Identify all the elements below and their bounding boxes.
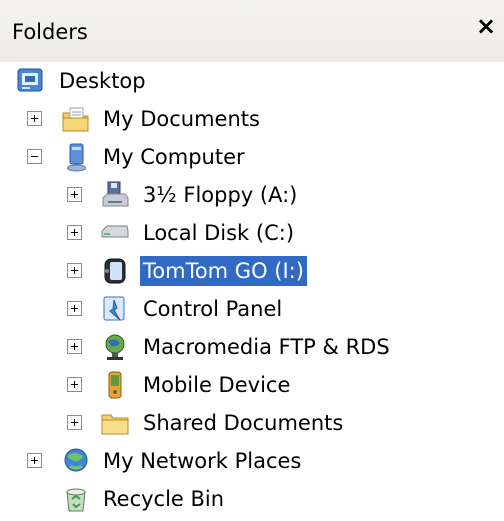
tree-item-label: My Network Places <box>103 449 302 473</box>
tree-item-mobile-device[interactable]: Mobile Device <box>0 366 504 404</box>
expand-toggle[interactable] <box>67 263 82 278</box>
expand-toggle[interactable] <box>67 225 82 240</box>
folder-icon <box>101 414 129 435</box>
tree-item-label: Shared Documents <box>143 411 344 435</box>
tree-item-label: Macromedia FTP & RDS <box>143 335 390 359</box>
tree-item-shared-documents[interactable]: Shared Documents <box>0 404 504 442</box>
control-panel-icon <box>103 296 125 321</box>
my-computer-icon <box>67 143 86 172</box>
tree-item-recycle-bin[interactable]: Recycle Bin <box>0 480 504 518</box>
my-documents-icon <box>62 107 89 132</box>
expand-toggle[interactable] <box>67 339 82 354</box>
tree-item-my-computer[interactable]: My Computer <box>0 138 504 176</box>
removable-drive-icon <box>104 258 126 284</box>
tree-item-label: Local Disk (C:) <box>143 221 295 245</box>
close-button[interactable]: × <box>472 12 500 40</box>
network-places-icon <box>64 448 88 472</box>
tree-item-tomtom-go-i[interactable]: TomTom GO (I:) <box>0 252 504 290</box>
recycle-bin-icon <box>66 488 86 512</box>
folder-tree: Desktop My Documents My Computer 3½ Flop… <box>0 62 504 521</box>
folders-pane-header: Folders × <box>0 0 504 62</box>
expand-toggle[interactable] <box>67 377 82 392</box>
floppy-drive-icon <box>102 181 129 207</box>
pane-title: Folders <box>12 20 88 44</box>
tree-item-label: 3½ Floppy (A:) <box>143 183 298 207</box>
hard-disk-icon <box>101 225 129 238</box>
tree-item-control-panel[interactable]: Control Panel <box>0 290 504 328</box>
expand-toggle[interactable] <box>27 453 42 468</box>
tree-item-label: Desktop <box>59 69 146 93</box>
tree-item-my-network-places[interactable]: My Network Places <box>0 442 504 480</box>
expand-toggle[interactable] <box>67 301 82 316</box>
mobile-device-icon <box>108 371 122 399</box>
tree-item-label: TomTom GO (I:) <box>140 256 307 286</box>
expand-toggle[interactable] <box>67 415 82 430</box>
ftp-globe-icon <box>105 334 125 360</box>
tree-item-label: Recycle Bin <box>103 487 225 511</box>
tree-item-label: My Computer <box>103 145 245 169</box>
desktop-icon <box>17 68 43 92</box>
tree-item-label: My Documents <box>103 107 260 131</box>
expand-toggle[interactable] <box>27 111 42 126</box>
tree-item-my-documents[interactable]: My Documents <box>0 100 504 138</box>
collapse-toggle[interactable] <box>27 149 42 164</box>
folders-pane: Folders × Desktop My Documents My Comput… <box>0 0 504 521</box>
tree-item-macromedia-ftp-rds[interactable]: Macromedia FTP & RDS <box>0 328 504 366</box>
tree-item-local-disk-c[interactable]: Local Disk (C:) <box>0 214 504 252</box>
tree-item-floppy-a[interactable]: 3½ Floppy (A:) <box>0 176 504 214</box>
tree-item-label: Control Panel <box>143 297 283 321</box>
expand-toggle[interactable] <box>67 187 82 202</box>
tree-item-label: Mobile Device <box>143 373 291 397</box>
tree-item-desktop[interactable]: Desktop <box>0 62 504 100</box>
